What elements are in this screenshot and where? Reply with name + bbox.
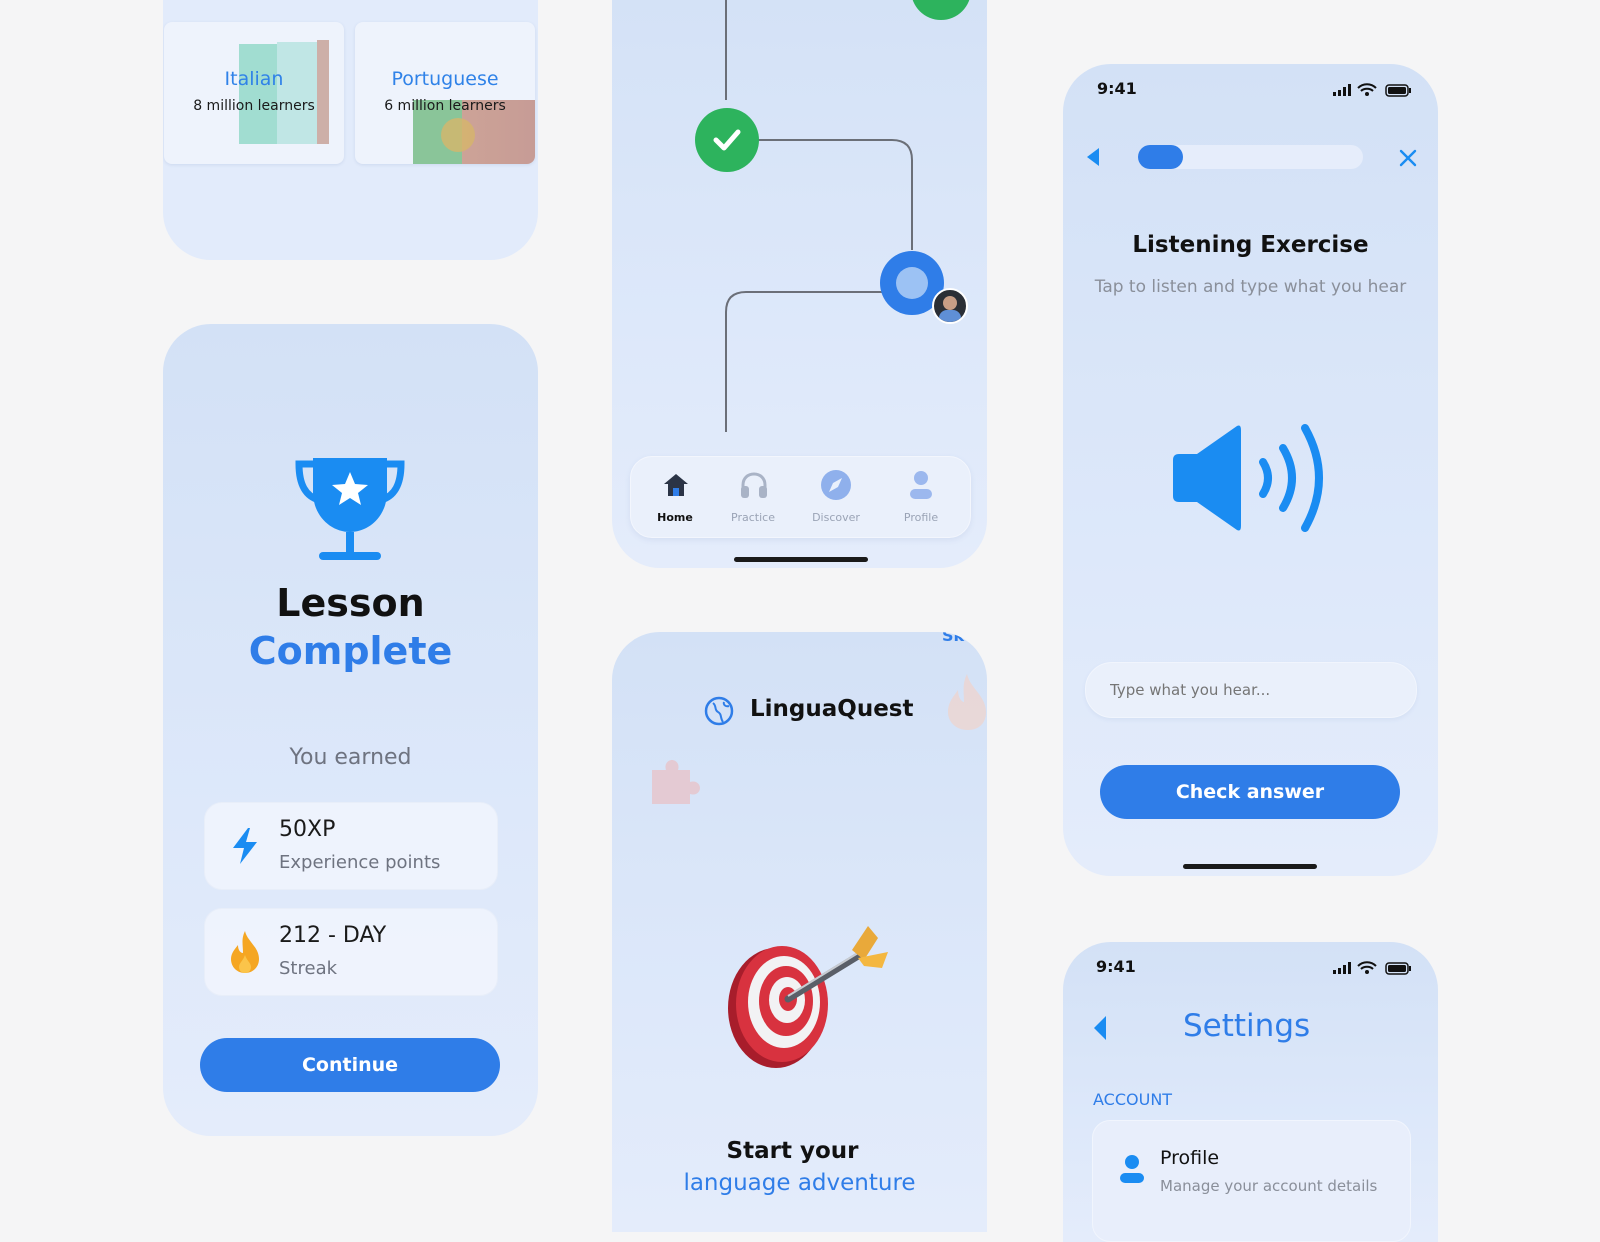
settings-item-profile[interactable]: Profile Manage your account details <box>1092 1120 1411 1242</box>
skip-button[interactable]: Sk <box>942 632 964 645</box>
section-label: ACCOUNT <box>1093 1090 1173 1109</box>
progress-fill <box>1138 145 1183 169</box>
tab-practice[interactable]: Practice <box>711 457 795 537</box>
lesson-complete-card: Lesson Complete You earned 50XP Experien… <box>163 324 538 1136</box>
close-icon[interactable] <box>1399 149 1417 167</box>
onboarding-headline: Start your <box>726 1138 859 1164</box>
progress-bar <box>1138 145 1363 169</box>
home-indicator <box>734 557 868 562</box>
trophy-icon <box>295 458 405 560</box>
tab-label: Home <box>657 511 693 524</box>
italy-flag-red <box>317 40 329 144</box>
puzzle-piece-icon <box>652 760 700 804</box>
learning-path-card: Home Practice Discover Profile <box>612 0 987 568</box>
status-icons <box>1333 83 1411 97</box>
exercise-title: Listening Exercise <box>1132 232 1369 258</box>
xp-label: Experience points <box>279 852 441 873</box>
flame-decoration-icon <box>948 674 986 730</box>
avatar <box>932 288 968 324</box>
streak-label: Streak <box>279 958 338 979</box>
page-title: Settings <box>1183 1008 1311 1044</box>
earned-label: You earned <box>289 745 412 770</box>
onboarding-card: Sk LinguaQuest Start your language adven… <box>612 632 987 1232</box>
tab-label: Practice <box>731 511 775 524</box>
xp-value: 50XP <box>279 817 336 842</box>
target-icon <box>728 926 888 1068</box>
tab-label: Discover <box>812 511 860 524</box>
back-arrow-icon[interactable] <box>1087 148 1101 166</box>
globe-icon <box>704 696 734 726</box>
listening-exercise-card: 9:41 Listening Exercise Tap to listen an… <box>1063 64 1438 876</box>
person-icon <box>1120 1155 1144 1183</box>
continue-button[interactable]: Continue <box>200 1038 500 1092</box>
onboarding-headline-accent: language adventure <box>683 1170 916 1196</box>
person-icon <box>910 471 932 499</box>
language-name: Portuguese <box>391 68 499 90</box>
home-indicator <box>1183 864 1317 869</box>
current-lesson-node-inner <box>896 267 928 299</box>
completed-lesson-node[interactable] <box>695 108 759 172</box>
language-learners: 8 million learners <box>193 98 315 114</box>
lesson-title-accent: Complete <box>248 629 453 673</box>
streak-value: 212 - DAY <box>279 923 387 948</box>
bottom-tab-bar: Home Practice Discover Profile <box>630 456 971 538</box>
language-learners: 6 million learners <box>384 98 506 114</box>
status-icons <box>1333 961 1411 975</box>
checkmark-icon <box>713 129 741 151</box>
app-name: LinguaQuest <box>750 696 914 722</box>
flame-icon <box>231 931 259 973</box>
portugal-flag-emblem <box>441 118 475 152</box>
avatar-face <box>943 296 957 310</box>
answer-input[interactable] <box>1085 662 1417 718</box>
xp-stat: 50XP Experience points <box>204 802 498 890</box>
status-time: 9:41 <box>1097 79 1137 98</box>
italy-flag-white <box>277 42 317 144</box>
home-icon <box>664 474 688 496</box>
italy-flag-green <box>239 44 277 144</box>
lightning-icon <box>233 828 257 864</box>
language-name: Italian <box>224 68 284 90</box>
back-arrow-icon[interactable] <box>1094 1016 1108 1040</box>
settings-item-subtitle: Manage your account details <box>1160 1177 1378 1195</box>
compass-icon <box>821 470 851 500</box>
tab-profile[interactable]: Profile <box>879 457 963 537</box>
check-answer-button[interactable]: Check answer <box>1100 765 1400 819</box>
path-lines <box>725 0 970 432</box>
speaker-icon[interactable] <box>1171 422 1331 534</box>
tab-label: Profile <box>903 511 939 524</box>
avatar-body <box>939 310 961 322</box>
tab-home[interactable]: Home <box>633 457 717 537</box>
tab-discover[interactable]: Discover <box>794 457 878 537</box>
language-tile-italian[interactable]: Italian 8 million learners <box>164 22 344 164</box>
language-list-card: Italian 8 million learners Portuguese 6 … <box>163 0 538 260</box>
settings-item-title: Profile <box>1160 1147 1220 1169</box>
status-time: 9:41 <box>1096 957 1136 976</box>
headphones-icon <box>741 472 767 498</box>
exercise-subtitle: Tap to listen and type what you hear <box>1094 277 1407 297</box>
lesson-title: Lesson <box>276 581 425 625</box>
streak-stat: 212 - DAY Streak <box>204 908 498 996</box>
settings-card: 9:41 Settings ACCOUNT Profile Manage you… <box>1063 942 1438 1242</box>
language-tile-portuguese[interactable]: Portuguese 6 million learners <box>355 22 535 164</box>
